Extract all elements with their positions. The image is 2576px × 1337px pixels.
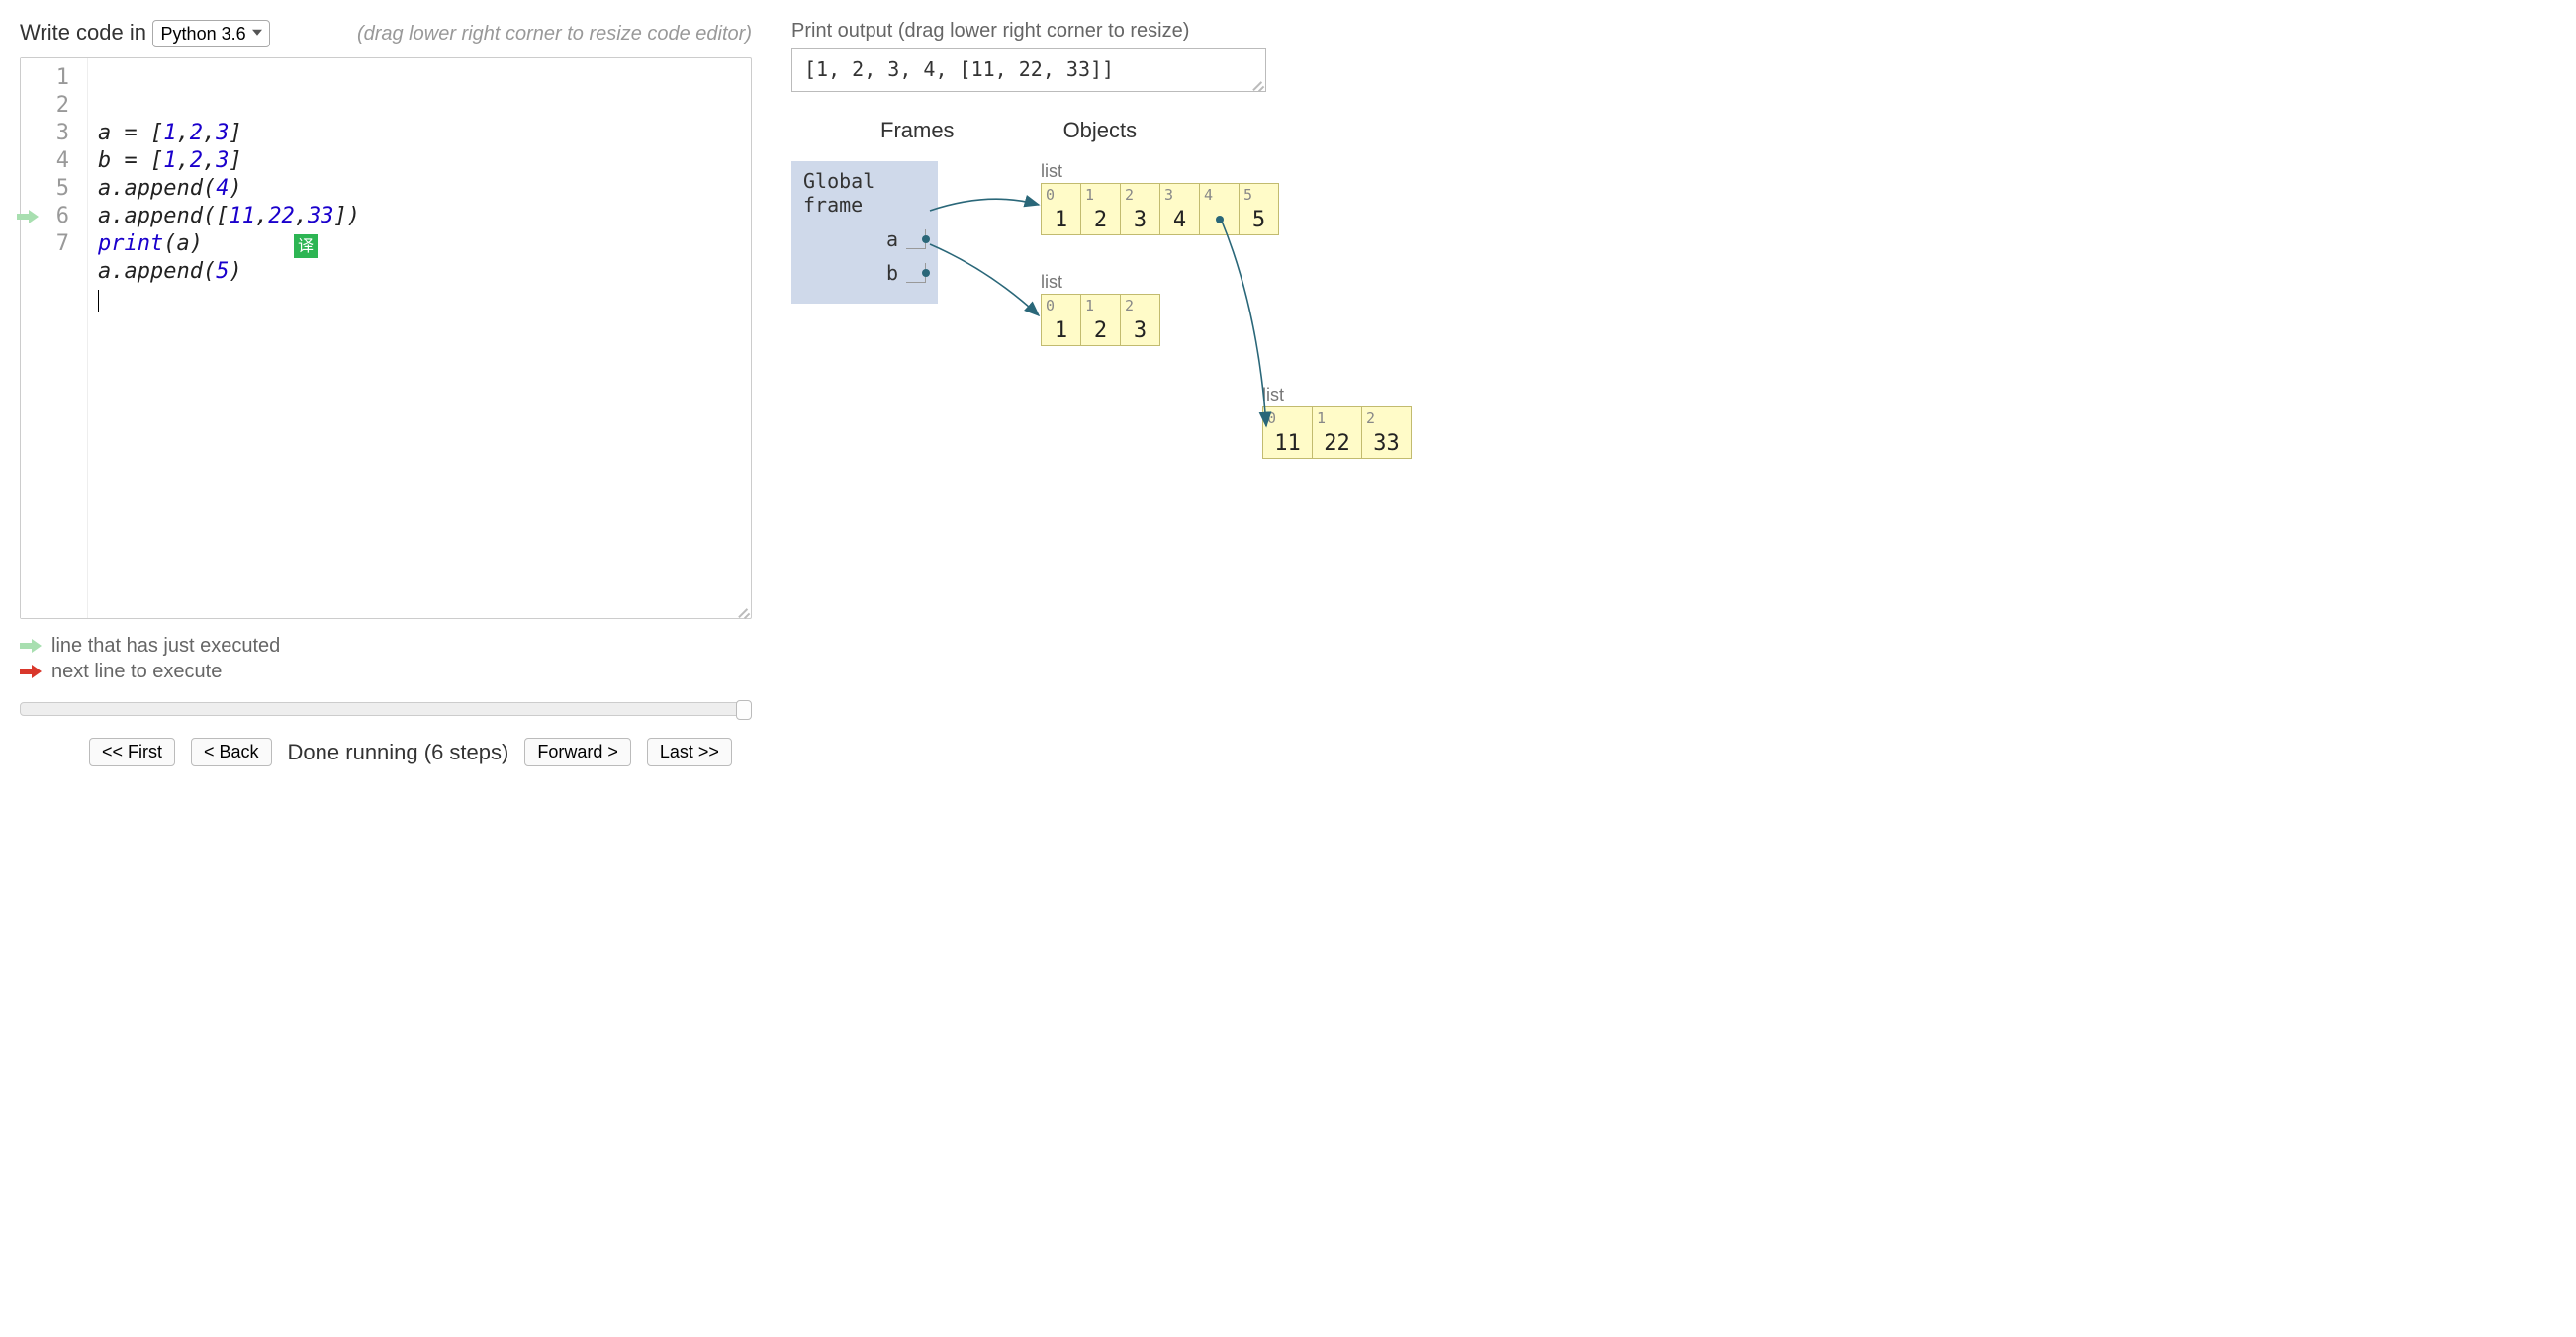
last-button[interactable]: Last >> <box>647 738 732 766</box>
step-slider[interactable] <box>20 702 752 720</box>
translate-badge[interactable]: 译 <box>294 234 318 258</box>
code-area[interactable]: a = [1,2,3]b = [1,2,3]a.append(4)a.appen… <box>88 58 751 618</box>
first-button[interactable]: << First <box>89 738 175 766</box>
visualization-area: Global frame a b list 01234512345 list 0… <box>791 161 2556 577</box>
global-frame: Global frame a b <box>791 161 938 304</box>
code-line[interactable]: a.append(5) <box>98 258 741 286</box>
print-output-box[interactable]: [1, 2, 3, 4, [11, 22, 33]] <box>791 48 1266 92</box>
print-output-text: [1, 2, 3, 4, [11, 22, 33]] <box>804 57 1114 81</box>
editor-header: Write code in Python 3.6 (drag lower rig… <box>20 20 752 47</box>
list-object-nested: 012112233 <box>1262 406 1412 459</box>
status-text: Done running (6 steps) <box>288 740 509 765</box>
resize-handle-icon[interactable] <box>735 602 749 616</box>
objects-header: Objects <box>1063 118 1138 143</box>
language-select[interactable]: Python 3.6 <box>152 20 270 47</box>
legend: line that has just executed next line to… <box>20 633 752 684</box>
executed-arrow-icon <box>17 203 39 230</box>
list-object-b: 012123 <box>1041 294 1160 346</box>
resize-hint: (drag lower right corner to resize code … <box>357 23 752 45</box>
list-label: list <box>1262 385 1284 405</box>
code-line[interactable]: print(a) <box>98 230 741 258</box>
list-object-a: 01234512345 <box>1041 183 1279 235</box>
write-code-label: Write code in <box>20 20 146 45</box>
code-line[interactable] <box>98 286 741 313</box>
frames-header: Frames <box>880 118 955 143</box>
print-output-label: Print output (drag lower right corner to… <box>791 20 2556 43</box>
list-label: list <box>1041 161 1062 182</box>
executed-arrow-icon <box>20 639 42 653</box>
code-line[interactable]: b = [1,2,3] <box>98 147 741 175</box>
next-arrow-icon <box>20 665 42 678</box>
frame-var-b: b <box>803 256 926 290</box>
step-controls: << First < Back Done running (6 steps) F… <box>20 738 752 766</box>
list-label: list <box>1041 272 1062 293</box>
code-line[interactable]: a.append([11,22,33]) <box>98 203 741 230</box>
global-frame-label: Global frame <box>803 169 926 217</box>
resize-handle-icon[interactable] <box>1249 75 1263 89</box>
back-button[interactable]: < Back <box>191 738 272 766</box>
vis-headers: Frames Objects <box>880 118 2556 143</box>
line-gutter: 1234567 <box>21 58 88 618</box>
code-line[interactable]: a = [1,2,3] <box>98 120 741 147</box>
slider-thumb[interactable] <box>736 700 752 720</box>
legend-executed: line that has just executed <box>51 635 280 658</box>
legend-next: next line to execute <box>51 661 222 683</box>
code-line[interactable]: a.append(4) <box>98 175 741 203</box>
forward-button[interactable]: Forward > <box>524 738 631 766</box>
code-editor[interactable]: 1234567 a = [1,2,3]b = [1,2,3]a.append(4… <box>20 57 752 619</box>
frame-var-a: a <box>803 223 926 256</box>
